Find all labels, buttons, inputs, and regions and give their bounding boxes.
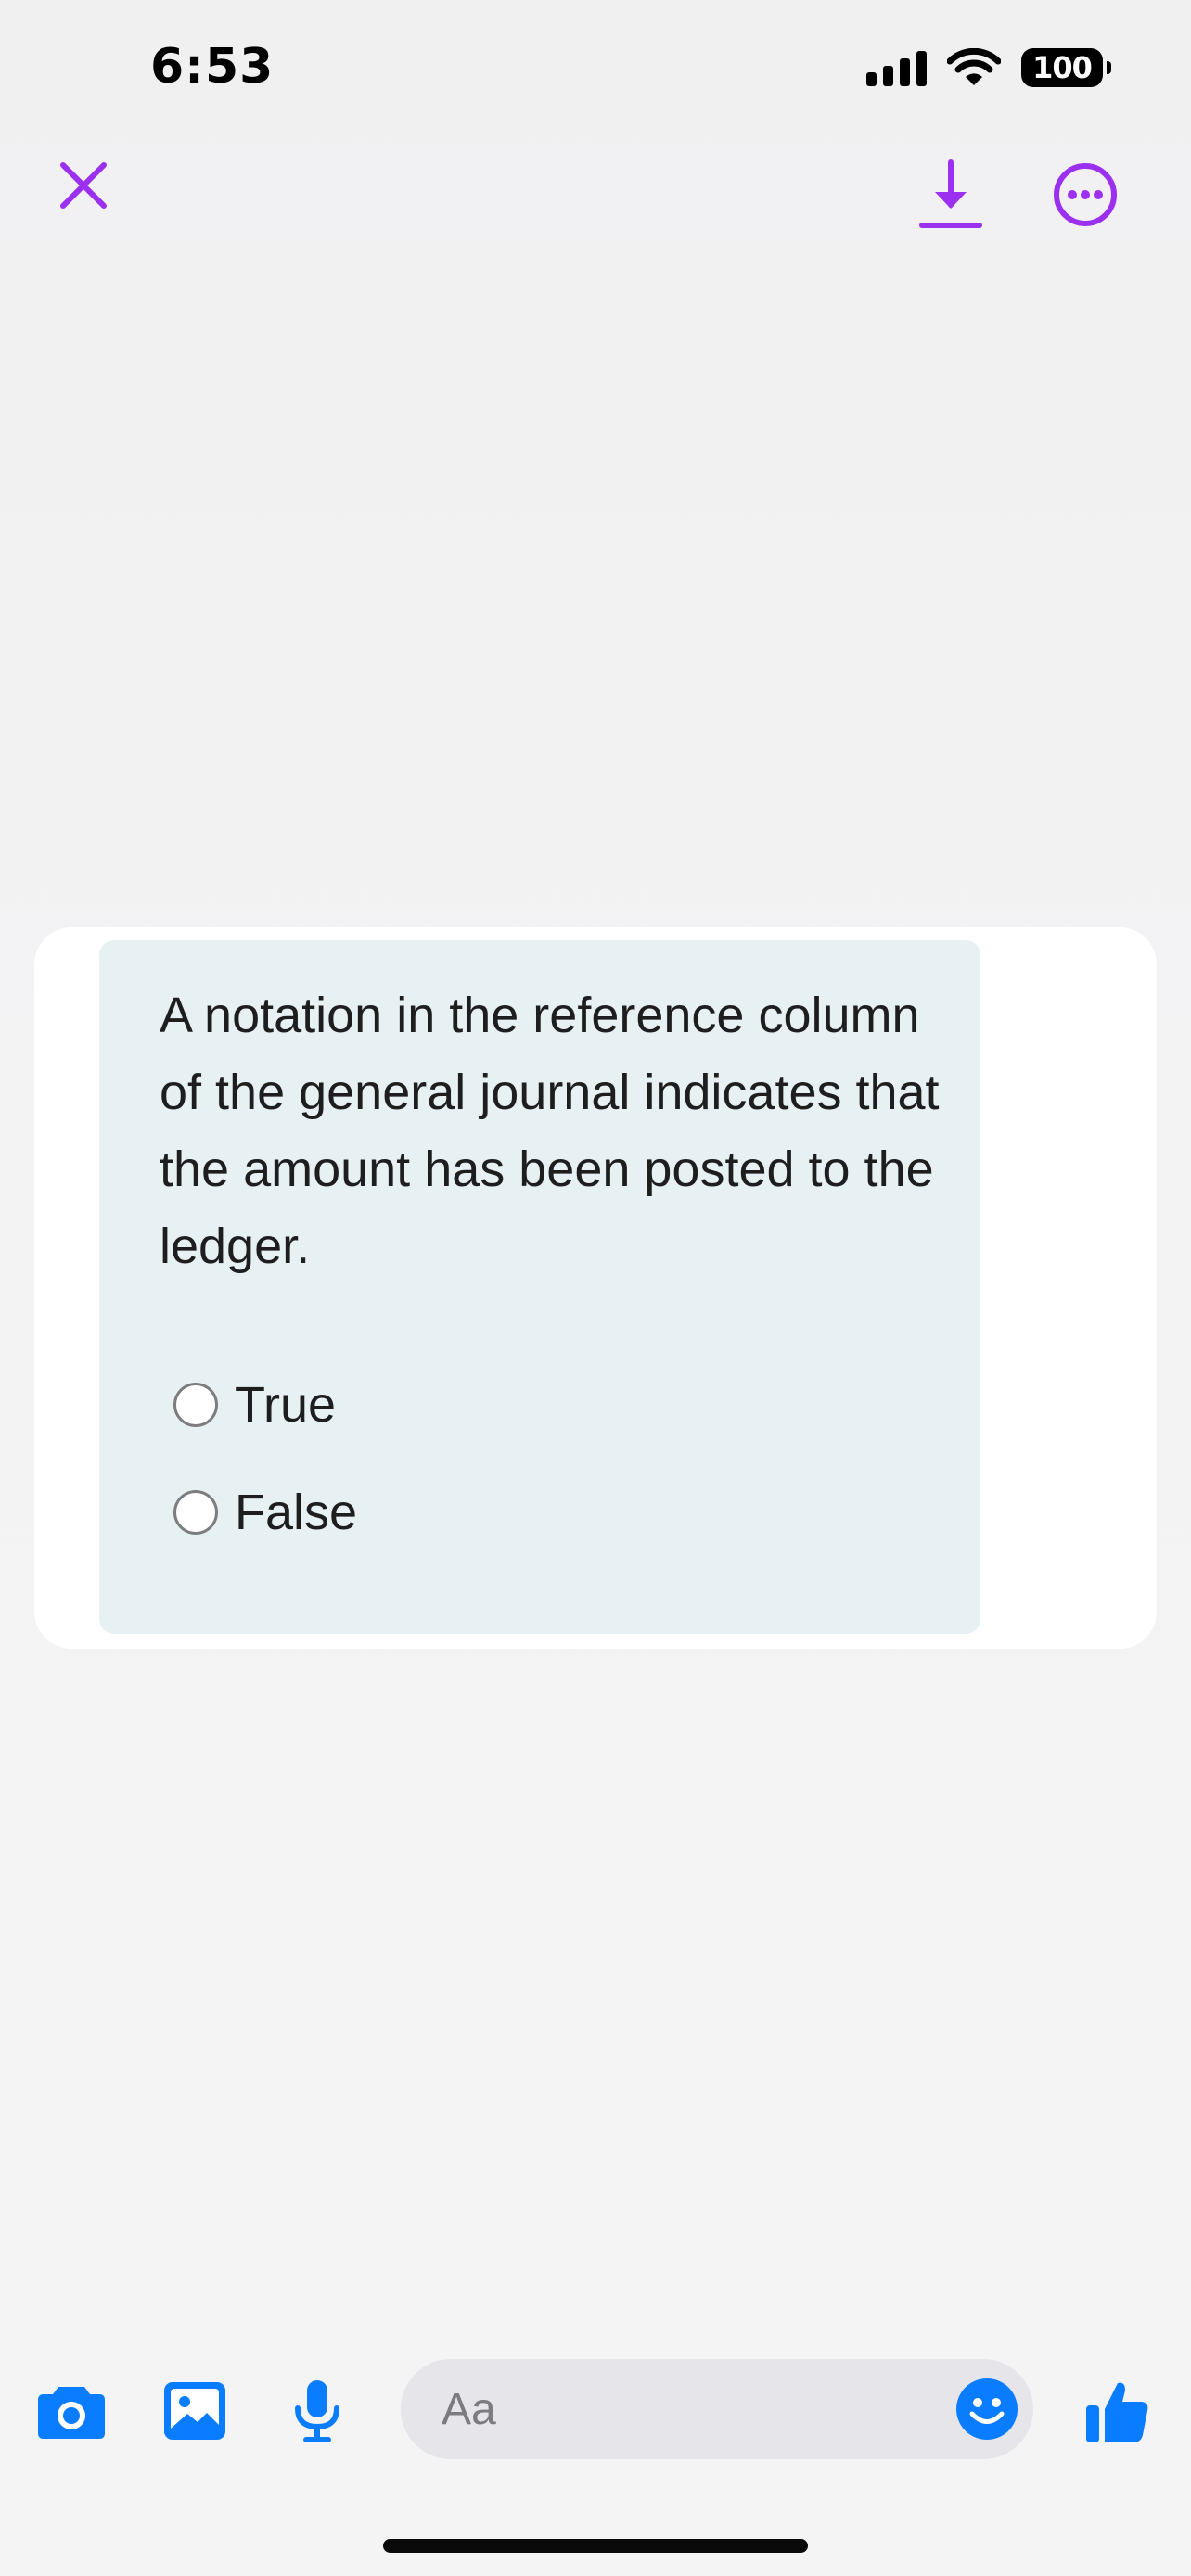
- quiz-question-panel: A notation in the reference column of th…: [99, 940, 980, 1634]
- download-icon: [919, 159, 982, 228]
- viewer-top-bar: [0, 139, 1191, 250]
- emoji-icon: [956, 2378, 1018, 2440]
- more-options-icon: [1054, 163, 1117, 226]
- camera-button[interactable]: [33, 2365, 109, 2457]
- gallery-icon: [164, 2382, 225, 2440]
- battery-icon: 100: [1021, 48, 1111, 87]
- close-button[interactable]: [46, 148, 121, 223]
- status-indicators: 100: [866, 48, 1111, 87]
- radio-button-true: [173, 1383, 218, 1427]
- option-true: True: [173, 1376, 336, 1434]
- option-label-false: False: [235, 1485, 358, 1540]
- shared-image[interactable]: A notation in the reference column of th…: [34, 927, 1157, 1649]
- message-composer: Aa: [0, 2355, 1191, 2467]
- wifi-icon: [947, 48, 1001, 85]
- message-input[interactable]: Aa: [401, 2359, 1033, 2459]
- camera-icon: [38, 2387, 105, 2439]
- option-false: False: [173, 1484, 357, 1541]
- thumbs-up-icon: [1086, 2382, 1148, 2442]
- more-options-button[interactable]: [1046, 156, 1124, 234]
- battery-level: 100: [1032, 50, 1093, 85]
- radio-button-false: [173, 1490, 218, 1535]
- cellular-signal-icon: [866, 49, 927, 86]
- message-placeholder: Aa: [442, 2384, 496, 2434]
- microphone-button[interactable]: [282, 2365, 352, 2457]
- download-button[interactable]: [914, 154, 988, 237]
- microphone-icon: [295, 2380, 339, 2442]
- like-button[interactable]: [1076, 2365, 1159, 2457]
- home-indicator: [383, 2539, 808, 2553]
- option-label-true: True: [235, 1377, 337, 1433]
- question-text: A notation in the reference column of th…: [160, 988, 940, 1274]
- gallery-button[interactable]: [158, 2365, 232, 2457]
- emoji-button[interactable]: [955, 2378, 1018, 2441]
- status-time: 6:53: [150, 39, 275, 95]
- status-bar: 6:53 100: [0, 0, 1191, 139]
- close-x-icon: [60, 162, 107, 209]
